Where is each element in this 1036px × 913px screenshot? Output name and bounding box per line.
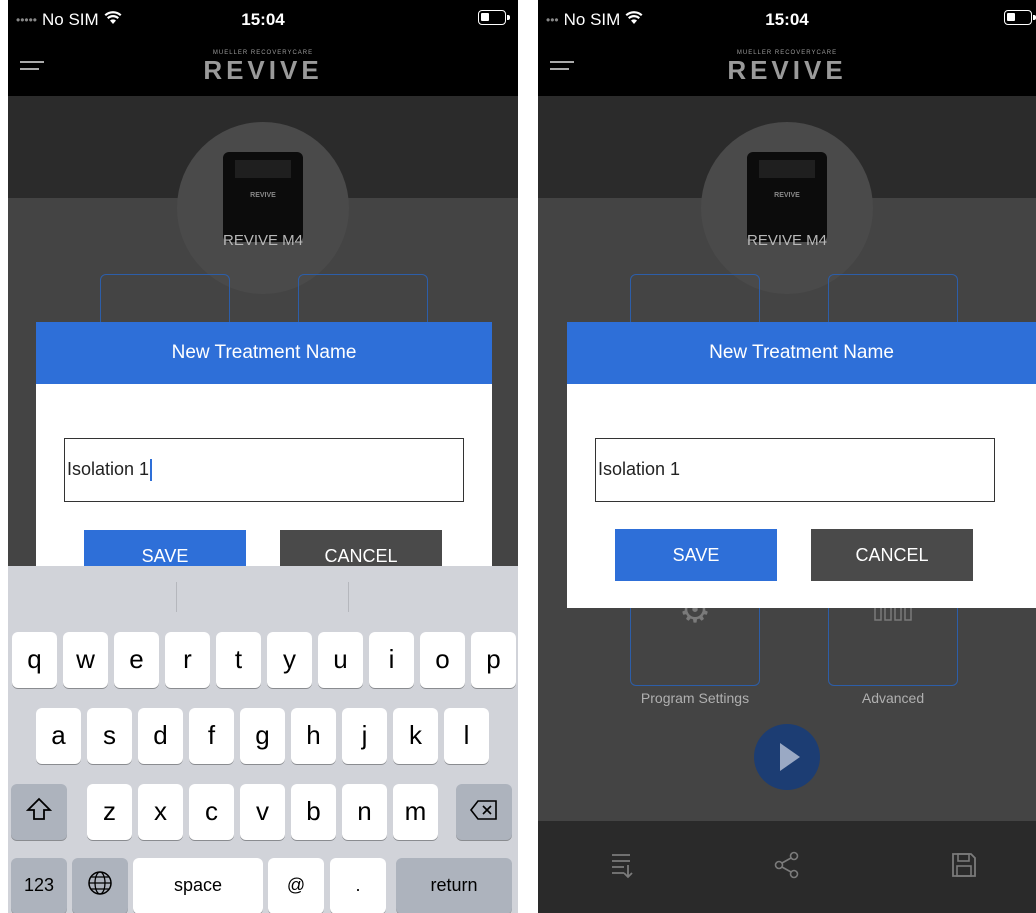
list-icon[interactable] xyxy=(610,851,634,886)
key-y[interactable]: y xyxy=(267,632,312,688)
key-z[interactable]: z xyxy=(87,784,132,840)
shift-icon xyxy=(25,797,53,820)
carrier-label: No SIM xyxy=(42,10,99,29)
text-caret xyxy=(150,459,153,482)
wifi-icon xyxy=(625,10,643,30)
space-key[interactable]: space xyxy=(133,858,263,913)
device-image: REVIVE xyxy=(177,122,349,294)
signal-icon: ••• xyxy=(546,13,559,27)
key-h[interactable]: h xyxy=(291,708,336,764)
advanced-label: Advanced xyxy=(861,690,925,706)
wifi-icon xyxy=(104,10,122,30)
signal-icon: ••••• xyxy=(16,13,38,27)
key-v[interactable]: v xyxy=(240,784,285,840)
device-name: REVIVE M4 xyxy=(222,232,304,249)
treatment-name-value: Isolation 1 xyxy=(598,459,681,479)
key-g[interactable]: g xyxy=(240,708,285,764)
play-button[interactable] xyxy=(754,724,820,790)
bottom-toolbar xyxy=(538,821,1036,913)
key-a[interactable]: a xyxy=(36,708,81,764)
key-o[interactable]: o xyxy=(420,632,465,688)
key-f[interactable]: f xyxy=(189,708,234,764)
save-button[interactable]: SAVE xyxy=(615,529,777,581)
key-u[interactable]: u xyxy=(318,632,363,688)
shift-key[interactable] xyxy=(11,784,67,840)
at-key[interactable]: @ xyxy=(268,858,324,913)
app-header: MUELLER RECOVERYCARE REVIVE xyxy=(8,44,518,96)
app-header: MUELLER RECOVERYCARE REVIVE xyxy=(538,44,1036,96)
save-disk-icon[interactable] xyxy=(950,851,978,886)
key-p[interactable]: p xyxy=(471,632,516,688)
key-s[interactable]: s xyxy=(87,708,132,764)
globe-key[interactable] xyxy=(72,858,128,913)
treatment-name-input[interactable]: Isolation 1 xyxy=(595,438,995,502)
dialog-title: New Treatment Name xyxy=(36,322,492,384)
dot-key[interactable]: . xyxy=(330,858,386,913)
dialog-title: New Treatment Name xyxy=(567,322,1036,384)
key-k[interactable]: k xyxy=(393,708,438,764)
program-settings-label: Program Settings xyxy=(640,690,750,706)
device-image: REVIVE xyxy=(701,122,873,294)
backspace-icon xyxy=(469,800,497,820)
return-key[interactable]: return xyxy=(396,858,512,913)
phone-screen-dialog: ••• No SIM 15:04 MUELLER RECOVERYCARE RE… xyxy=(538,0,1036,913)
carrier-label: No SIM xyxy=(563,10,621,29)
battery-icon xyxy=(1004,10,1036,25)
key-m[interactable]: m xyxy=(393,784,438,840)
treatment-name-value: Isolation 1 xyxy=(67,459,150,479)
key-d[interactable]: d xyxy=(138,708,183,764)
menu-icon[interactable] xyxy=(20,61,44,77)
key-e[interactable]: e xyxy=(114,632,159,688)
new-treatment-dialog: New Treatment Name Isolation 1 SAVE CANC… xyxy=(36,322,492,592)
key-q[interactable]: q xyxy=(12,632,57,688)
menu-icon[interactable] xyxy=(550,61,574,77)
key-r[interactable]: r xyxy=(165,632,210,688)
carrier: ••••• No SIM xyxy=(16,10,122,30)
share-icon[interactable] xyxy=(774,851,800,886)
suggestion-bar xyxy=(8,566,518,626)
battery-icon xyxy=(478,10,510,25)
key-x[interactable]: x xyxy=(138,784,183,840)
numbers-key[interactable]: 123 xyxy=(11,858,67,913)
key-n[interactable]: n xyxy=(342,784,387,840)
brand-logo: MUELLER RECOVERYCARE REVIVE xyxy=(727,50,847,85)
key-i[interactable]: i xyxy=(369,632,414,688)
phone-screen-keyboard: ••••• No SIM 15:04 MUELLER RECOVERYCARE … xyxy=(8,0,518,913)
backspace-key[interactable] xyxy=(456,784,512,840)
key-c[interactable]: c xyxy=(189,784,234,840)
key-l[interactable]: l xyxy=(444,708,489,764)
treatment-name-input[interactable]: Isolation 1 xyxy=(64,438,464,502)
carrier: ••• No SIM xyxy=(546,10,643,30)
clock: 15:04 xyxy=(241,10,285,29)
brand-logo: MUELLER RECOVERYCARE REVIVE xyxy=(203,50,323,85)
key-w[interactable]: w xyxy=(63,632,108,688)
new-treatment-dialog: New Treatment Name Isolation 1 SAVE CANC… xyxy=(567,322,1036,608)
onscreen-keyboard: q w e r t y u i o p a s d f g h j k l z x c v b n m 123 space @. retu… xyxy=(8,566,518,913)
status-bar: ••••• No SIM 15:04 xyxy=(8,0,518,44)
status-bar: ••• No SIM 15:04 xyxy=(538,0,1036,44)
device-name: REVIVE M4 xyxy=(746,232,828,249)
key-b[interactable]: b xyxy=(291,784,336,840)
globe-icon xyxy=(88,871,112,895)
clock: 15:04 xyxy=(765,10,809,29)
key-j[interactable]: j xyxy=(342,708,387,764)
cancel-button[interactable]: CANCEL xyxy=(811,529,973,581)
key-t[interactable]: t xyxy=(216,632,261,688)
